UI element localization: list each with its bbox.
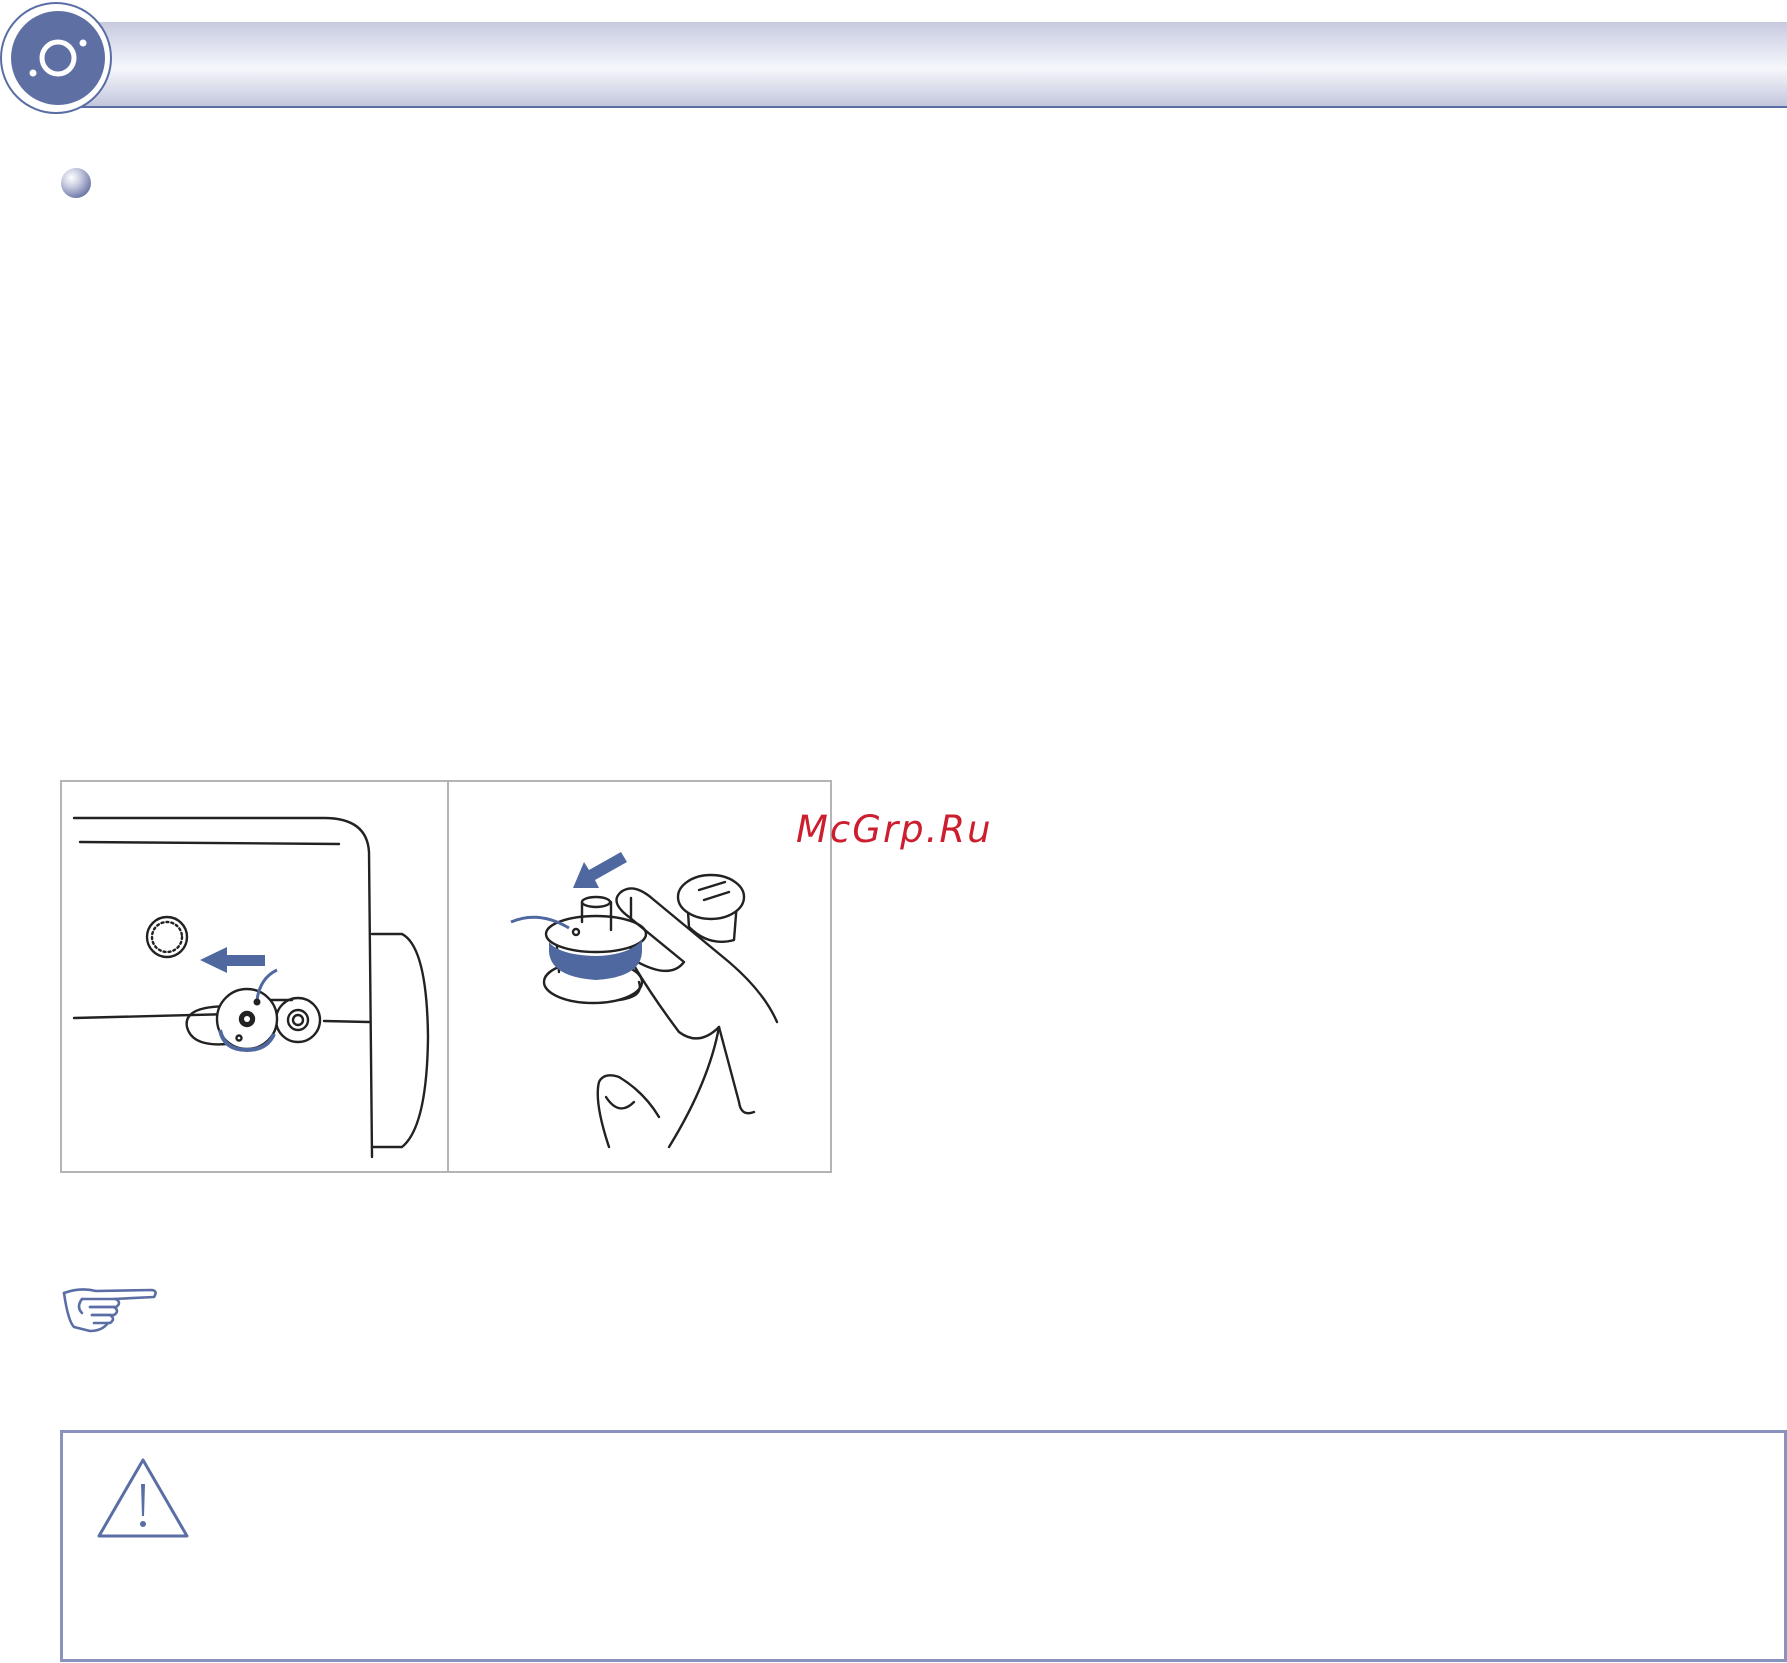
header-bar	[50, 22, 1787, 108]
arrow-down-left-icon	[573, 852, 627, 888]
illustration-panel	[60, 780, 832, 1173]
arrow-left-icon	[200, 947, 265, 973]
watermark-text: McGrp.Ru	[796, 808, 993, 851]
pointing-hand-icon	[62, 1288, 157, 1333]
warning-box	[60, 1430, 1787, 1662]
bobbin-disc-icon	[0, 2, 112, 114]
bobbin-winder-spindle-icon	[72, 816, 430, 1159]
sphere-bullet-icon	[61, 168, 91, 198]
bobbin-on-spindle-hand-icon	[510, 852, 779, 1149]
warning-triangle-icon	[97, 1458, 189, 1538]
